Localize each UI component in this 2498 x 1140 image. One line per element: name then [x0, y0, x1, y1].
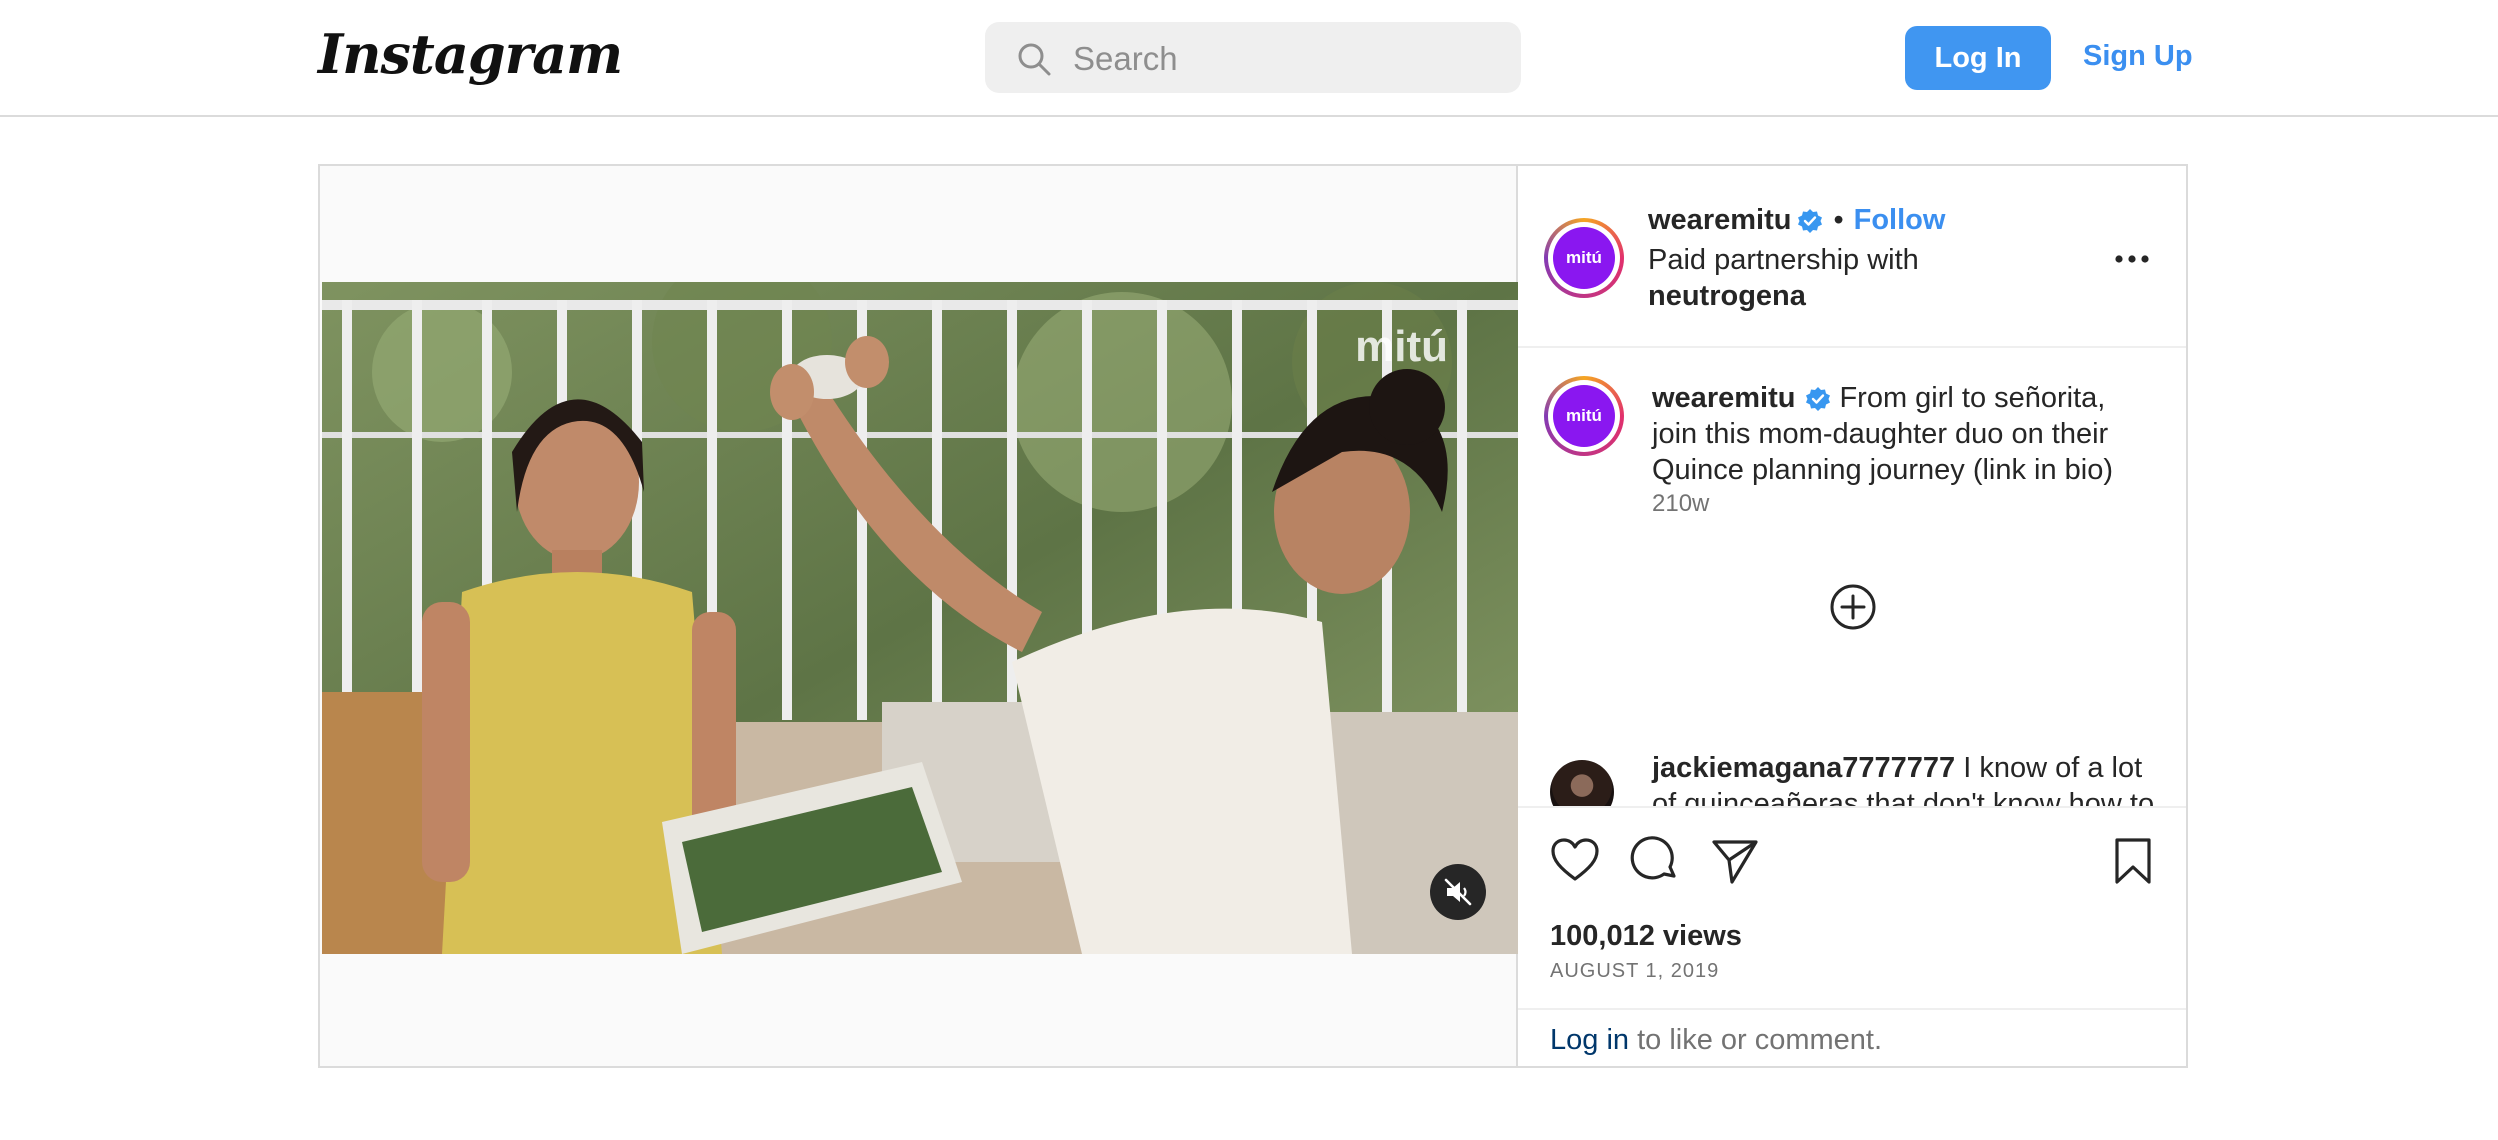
- login-prompt: Log in to like or comment.: [1518, 1008, 2186, 1068]
- share-icon[interactable]: [1710, 836, 1760, 886]
- post-sidebar: mitú wearemitu • Follow Paid partnership…: [1518, 166, 2186, 1066]
- paid-partnership-label: Paid partnership with neutrogena: [1648, 242, 1919, 314]
- comment-icon[interactable]: [1630, 836, 1680, 886]
- like-heart-icon[interactable]: [1550, 836, 1600, 886]
- author-avatar[interactable]: mitú: [1544, 218, 1624, 298]
- author-headline: wearemitu • Follow: [1648, 204, 1945, 237]
- video-watermark: mitú: [1355, 322, 1448, 371]
- avatar-logo: mitú: [1553, 385, 1615, 447]
- partnership-prefix: Paid partnership with: [1648, 244, 1919, 276]
- login-button[interactable]: Log In: [1905, 26, 2051, 90]
- search-input[interactable]: Search: [985, 22, 1521, 93]
- avatar-inner-ring: mitú: [1548, 380, 1620, 452]
- login-link[interactable]: Log in: [1550, 1024, 1629, 1056]
- more-options-icon[interactable]: [2114, 254, 2150, 264]
- post-header: mitú wearemitu • Follow Paid partnership…: [1518, 166, 2186, 348]
- avatar-logo: mitú: [1553, 227, 1615, 289]
- post-card: mitú mitú wearemitu • Follow Paid partne…: [318, 164, 2188, 1068]
- avatar-inner-ring: mitú: [1548, 222, 1620, 294]
- video-frame-illustration: [322, 282, 1518, 954]
- post-date[interactable]: AUGUST 1, 2019: [1550, 960, 1719, 983]
- partner-link[interactable]: neutrogena: [1648, 280, 1806, 312]
- signup-link[interactable]: Sign Up: [2083, 40, 2193, 73]
- caption-username[interactable]: wearemitu: [1652, 382, 1795, 414]
- post-media-area: mitú: [320, 166, 1518, 1066]
- instagram-logo[interactable]: Instagram: [318, 22, 623, 86]
- commenter-username[interactable]: jackiemagana7777777: [1652, 752, 1955, 784]
- caption-timestamp[interactable]: 210w: [1652, 490, 1709, 518]
- author-username[interactable]: wearemitu: [1648, 204, 1791, 237]
- view-count: 100,012 views: [1550, 920, 1742, 952]
- verified-badge-icon: [1798, 208, 1823, 233]
- post-video[interactable]: mitú: [322, 282, 1518, 954]
- post-actions: 100,012 views AUGUST 1, 2019 Log in to l…: [1518, 806, 2186, 1066]
- header-separator: •: [1833, 204, 1844, 236]
- login-prompt-text: to like or comment.: [1629, 1024, 1883, 1056]
- mute-button[interactable]: [1430, 864, 1486, 920]
- search-placeholder: Search: [1073, 40, 1178, 77]
- verified-badge-icon: [1806, 387, 1831, 412]
- caption-author-avatar[interactable]: mitú: [1544, 376, 1624, 456]
- load-more-comments-icon[interactable]: [1828, 582, 1878, 632]
- follow-button[interactable]: Follow: [1854, 204, 1946, 237]
- save-bookmark-icon[interactable]: [2108, 836, 2158, 886]
- post-caption: wearemitu From girl to señorita, join th…: [1652, 380, 2152, 488]
- search-icon: [1018, 43, 1051, 76]
- top-navigation-bar: Instagram Search Log In Sign Up: [0, 0, 2498, 117]
- mute-icon: [1444, 878, 1472, 906]
